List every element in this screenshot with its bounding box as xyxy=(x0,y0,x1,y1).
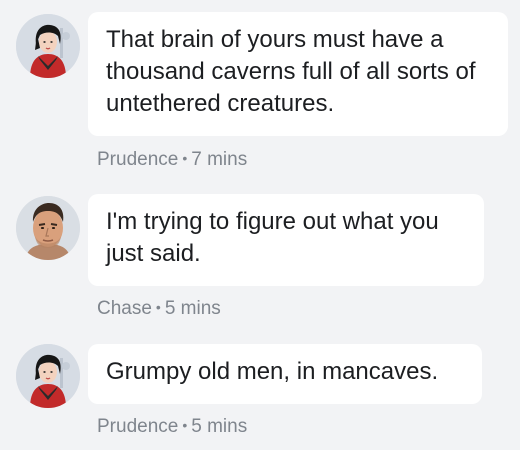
message-bubble: That brain of yours must have a thousand… xyxy=(88,12,508,136)
message-bubble: Grumpy old men, in mancaves. xyxy=(88,344,482,404)
prudence-avatar[interactable] xyxy=(16,14,80,78)
separator-dot: • xyxy=(182,417,188,433)
timestamp: 5 mins xyxy=(164,298,221,319)
message-meta: Prudence • 7 mins xyxy=(97,147,247,171)
timestamp: 5 mins xyxy=(191,416,248,437)
man-avatar-icon xyxy=(16,196,80,260)
message-text: Grumpy old men, in mancaves. xyxy=(106,358,439,385)
separator-dot: • xyxy=(155,299,161,315)
message-text: That brain of yours must have a thousand… xyxy=(106,26,476,117)
author-name[interactable]: Prudence xyxy=(97,416,178,437)
woman-avatar-icon xyxy=(16,344,80,408)
message-text: I'm trying to figure out what you just s… xyxy=(106,208,439,267)
prudence-avatar[interactable] xyxy=(16,344,80,408)
message-bubble: I'm trying to figure out what you just s… xyxy=(88,194,484,286)
chase-avatar[interactable] xyxy=(16,196,80,260)
timestamp: 7 mins xyxy=(191,149,248,170)
message-meta: Prudence • 5 mins xyxy=(97,414,247,438)
message-meta: Chase • 5 mins xyxy=(97,296,221,320)
author-name[interactable]: Prudence xyxy=(97,149,178,170)
author-name[interactable]: Chase xyxy=(97,298,152,319)
separator-dot: • xyxy=(182,150,188,166)
woman-avatar-icon xyxy=(16,14,80,78)
